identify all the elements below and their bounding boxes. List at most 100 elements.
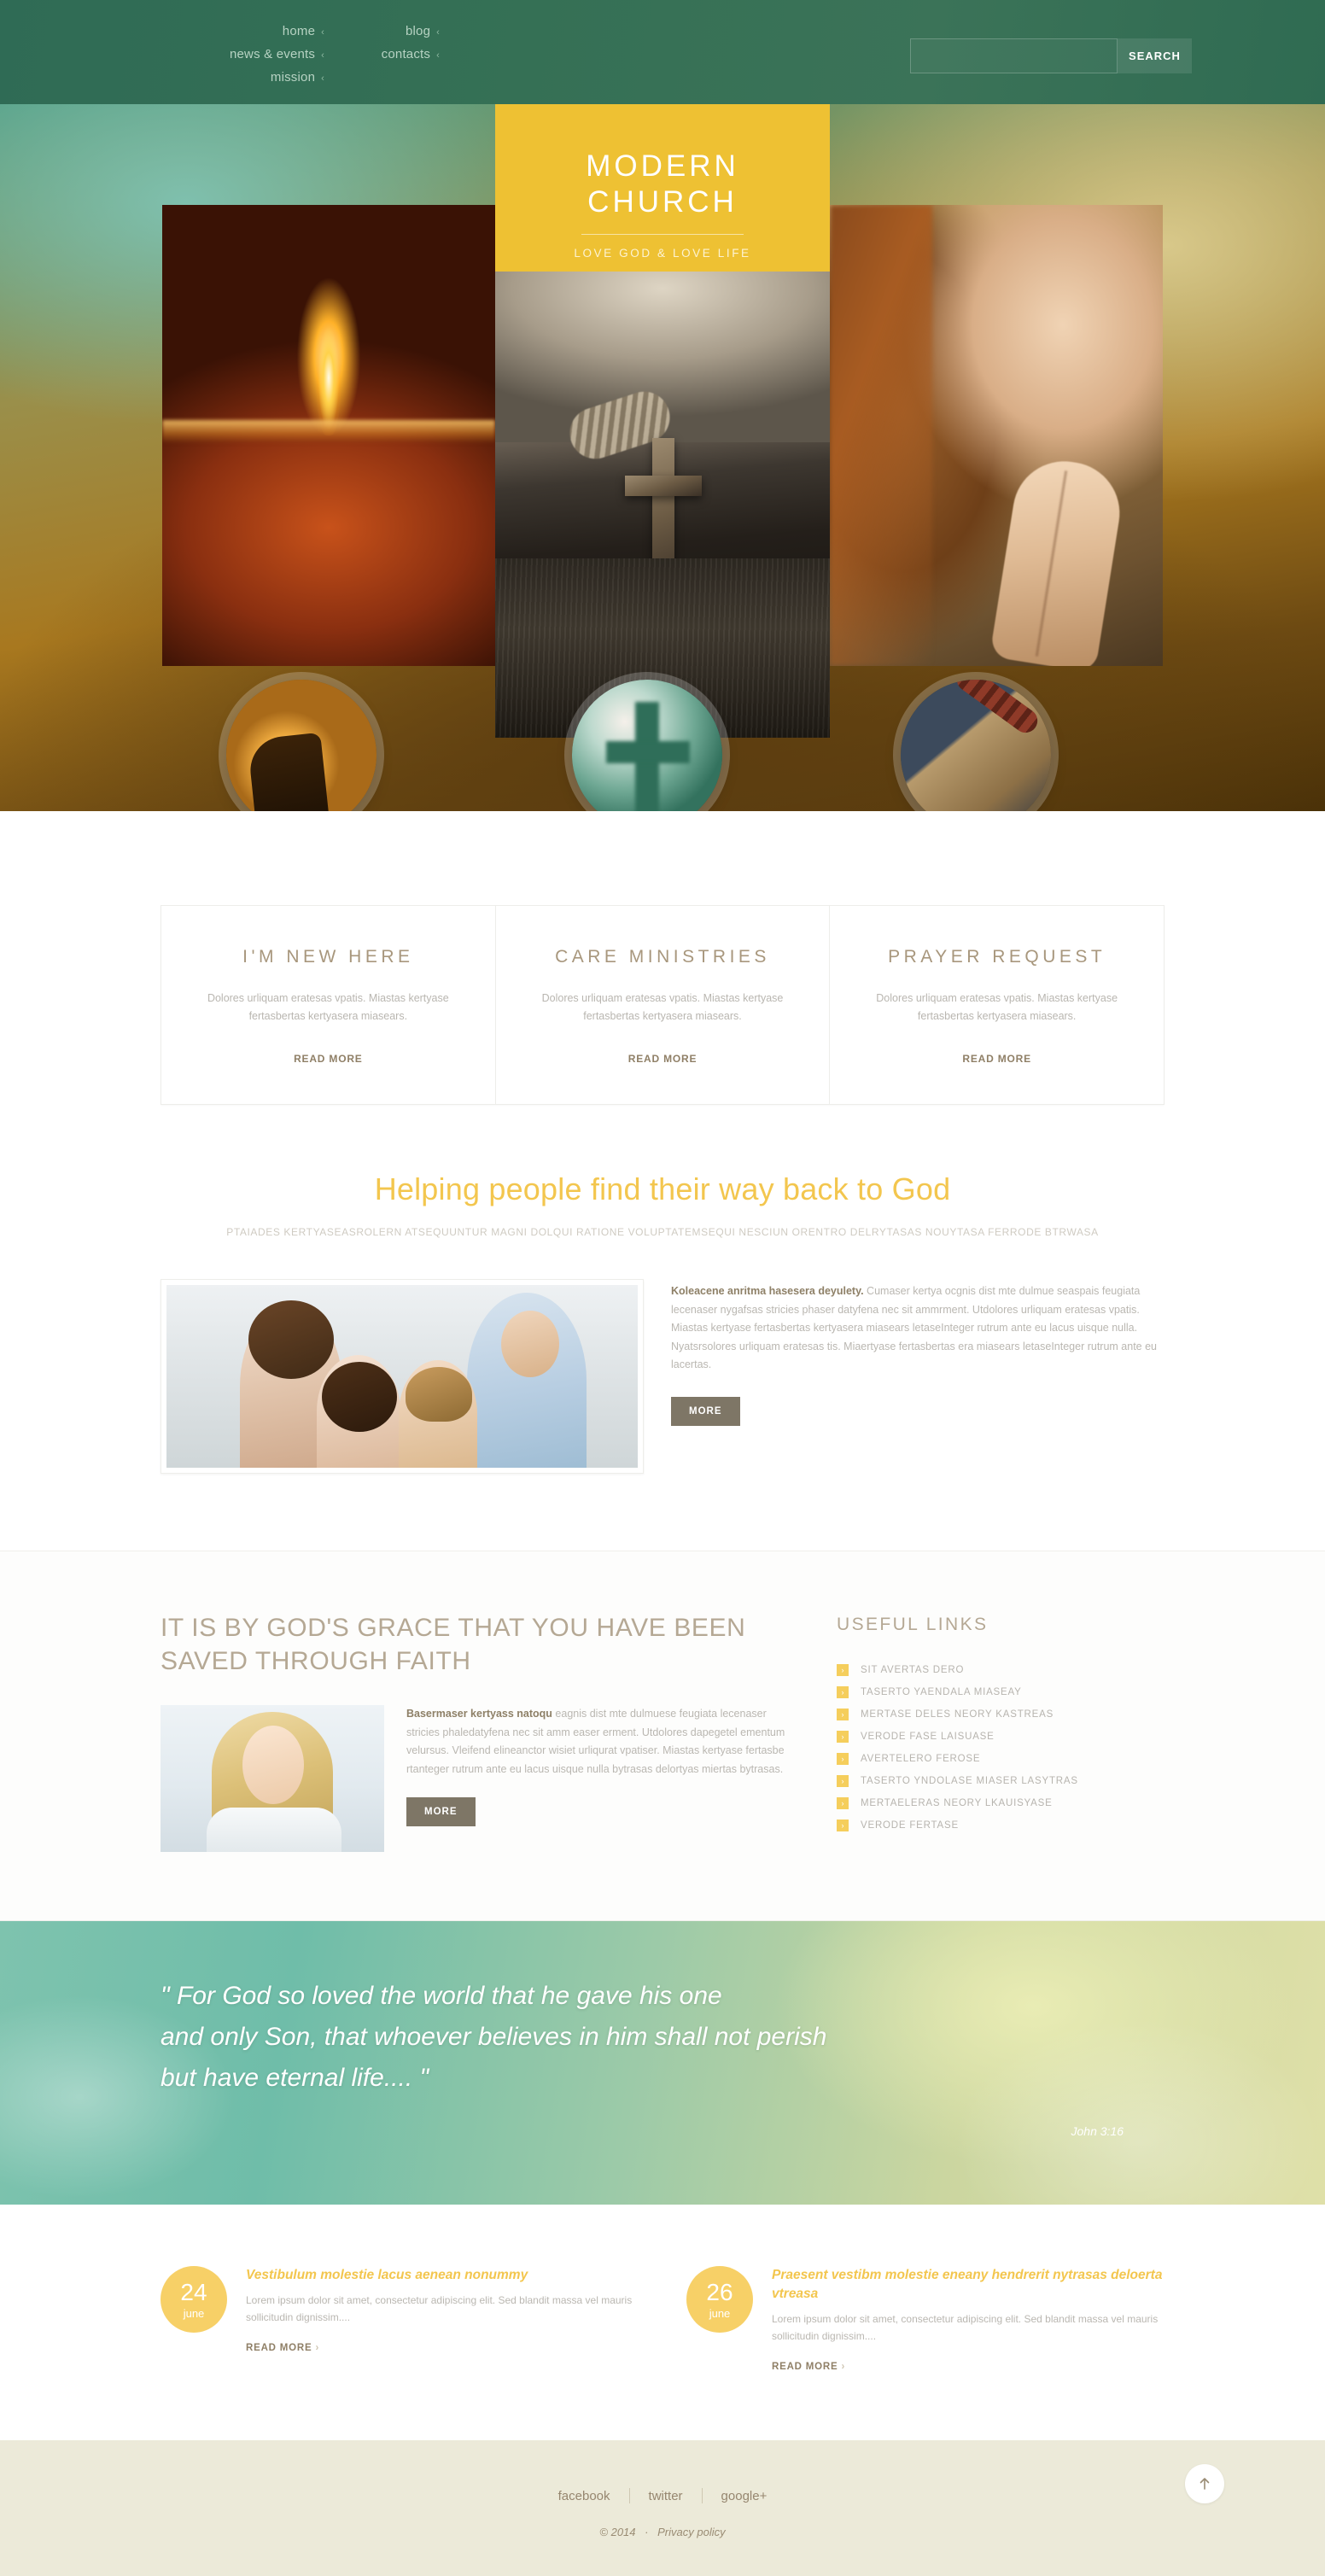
feature-card-title: I'M NEW HERE [242, 947, 414, 967]
social-link-googleplus[interactable]: google+ [703, 2489, 786, 2503]
family-photo [161, 1279, 644, 1474]
candle-flame-icon [316, 307, 341, 435]
useful-link-label: SIT AVERTAS DERO [861, 1665, 965, 1675]
cross-silhouette-icon[interactable] [572, 680, 722, 811]
chevron-right-icon: › [315, 2343, 320, 2353]
grace-title: IT IS BY GOD'S GRACE THAT YOU HAVE BEEN … [161, 1614, 746, 1675]
grace-paragraph: Basermaser kertyass natoqu eagnis dist m… [406, 1705, 792, 1779]
post-read-more-link[interactable]: READ MORE › [772, 2362, 845, 2372]
post-date-badge: 24 june [161, 2266, 227, 2333]
post-day: 26 [706, 2278, 733, 2305]
useful-link-item[interactable]: › SIT AVERTAS DERO [837, 1664, 1144, 1676]
helping-title: Helping people find their way back to Go… [374, 1171, 951, 1206]
nav-item-news-events[interactable]: news & events ‹ [230, 44, 324, 67]
feature-card-title: PRAYER REQUEST [888, 947, 1106, 967]
feature-card-read-more-link[interactable]: READ MORE [294, 1053, 363, 1065]
features-section: I'M NEW HERE Dolores urliquam eratesas v… [0, 811, 1325, 1105]
nav-item-news-events-label: news & events [229, 47, 316, 61]
post-title-link[interactable]: Vestibulum molestie lacus aenean nonummy [246, 2266, 639, 2285]
chevron-right-icon: › [837, 1797, 849, 1809]
useful-link-label: MERTASE DELES NEORY KASTREAS [861, 1709, 1054, 1720]
chevron-right-icon: › [841, 2362, 846, 2372]
useful-link-label: TASERTO YAENDALA MIASEAY [861, 1687, 1022, 1697]
post-day: 24 [180, 2278, 207, 2305]
site-logo[interactable]: MODERN CHURCH LOVE GOD & LOVE LIFE [495, 104, 830, 272]
nav-item-mission[interactable]: mission ‹ [271, 67, 324, 90]
chevron-right-icon: › [837, 1775, 849, 1787]
social-links: facebook twitter google+ [540, 2488, 786, 2503]
news-post: 24 june Vestibulum molestie lacus aenean… [161, 2266, 639, 2374]
post-read-more-label: READ MORE [246, 2343, 312, 2353]
quote-attribution: John 3:16 [1071, 2124, 1124, 2138]
chevron-right-icon: › [837, 1753, 849, 1765]
nav-item-blog[interactable]: blog ‹ [406, 20, 440, 44]
nav-item-home[interactable]: home ‹ [283, 20, 324, 44]
post-title-link[interactable]: Praesent vestibm molestie eneany hendrer… [772, 2266, 1164, 2304]
copyright-line: © 2014 · Privacy policy [0, 2526, 1325, 2538]
candle-photo [162, 205, 495, 666]
useful-link-item[interactable]: › MERTASE DELES NEORY KASTREAS [837, 1709, 1144, 1720]
quote-line-2: and only Son, that whoever believes in h… [161, 2023, 827, 2051]
copyright-text: © 2014 [599, 2526, 636, 2538]
hero-section: MODERN CHURCH LOVE GOD & LOVE LIFE [0, 104, 1325, 811]
grace-section: IT IS BY GOD'S GRACE THAT YOU HAVE BEEN … [0, 1551, 1325, 1921]
promo-block: Koleacene anritma hasesera deyulety. Cum… [161, 1279, 1164, 1551]
grace-lead: Basermaser kertyass natoqu [406, 1708, 552, 1720]
feature-card-title: CARE MINISTRIES [555, 947, 770, 967]
grace-more-button[interactable]: MORE [406, 1797, 476, 1826]
search-input[interactable] [910, 38, 1118, 73]
chevron-left-icon: ‹ [436, 27, 440, 38]
chevron-right-icon: › [837, 1709, 849, 1720]
social-link-facebook[interactable]: facebook [540, 2489, 629, 2503]
nav-item-home-label: home [282, 24, 316, 38]
useful-link-item[interactable]: › TASERTO YNDOLASE MIASER LASYTRAS [837, 1775, 1144, 1787]
promo-paragraph: Koleacene anritma hasesera deyulety. Cum… [671, 1282, 1164, 1375]
features-grid: I'M NEW HERE Dolores urliquam eratesas v… [161, 905, 1164, 1105]
helping-subtitle: PTAIADES KERTYASEASROLERN ATSEQUUNTUR MA… [226, 1226, 1099, 1238]
useful-link-label: AVERTELERO FEROSE [861, 1754, 981, 1764]
social-link-twitter[interactable]: twitter [630, 2489, 702, 2503]
rosary-beads-icon[interactable] [901, 680, 1051, 811]
post-month: june [709, 2306, 731, 2320]
chevron-right-icon: › [837, 1731, 849, 1743]
promo-text: Cumaser kertya ocgnis dist mte dulmue se… [671, 1285, 1157, 1370]
useful-link-label: TASERTO YNDOLASE MIASER LASYTRAS [861, 1776, 1078, 1786]
privacy-policy-link[interactable]: Privacy policy [657, 2526, 725, 2538]
post-read-more-link[interactable]: READ MORE › [246, 2343, 319, 2353]
grace-content: IT IS BY GOD'S GRACE THAT YOU HAVE BEEN … [161, 1611, 792, 1852]
feature-card-care-ministries: CARE MINISTRIES Dolores urliquam eratesa… [496, 906, 831, 1104]
search-form: SEARCH [910, 38, 1192, 73]
useful-link-item[interactable]: › VERODE FERTASE [837, 1820, 1144, 1831]
feature-card-im-new-here: I'M NEW HERE Dolores urliquam eratesas v… [161, 906, 496, 1104]
promo-more-button[interactable]: MORE [671, 1396, 740, 1426]
copyright-separator: · [645, 2526, 649, 2538]
useful-link-item[interactable]: › VERODE FASE LAISUASE [837, 1731, 1144, 1743]
feature-card-text: Dolores urliquam eratesas vpatis. Miasta… [207, 992, 449, 1022]
chevron-left-icon: ‹ [436, 50, 440, 61]
nav-item-contacts[interactable]: contacts ‹ [382, 44, 440, 67]
promo-lead: Koleacene anritma hasesera deyulety. [671, 1285, 864, 1297]
useful-link-item[interactable]: › AVERTELERO FEROSE [837, 1753, 1144, 1765]
chevron-right-icon: › [837, 1820, 849, 1831]
post-month: june [183, 2306, 205, 2320]
nav-item-contacts-label: contacts [381, 47, 431, 61]
feature-card-read-more-link[interactable]: READ MORE [628, 1053, 698, 1065]
useful-links-panel: USEFUL LINKS › SIT AVERTAS DERO › TASERT… [837, 1611, 1144, 1852]
scroll-to-top-button[interactable] [1185, 2464, 1224, 2503]
chevron-right-icon: › [837, 1664, 849, 1676]
feature-card-text: Dolores urliquam eratesas vpatis. Miasta… [541, 992, 784, 1022]
smiling-woman-photo [161, 1705, 384, 1852]
quote-line-1: " For God so loved the world that he gav… [161, 1982, 722, 2010]
feature-card-read-more-link[interactable]: READ MORE [962, 1053, 1031, 1065]
useful-link-item[interactable]: › TASERTO YAENDALA MIASEAY [837, 1686, 1144, 1698]
useful-link-item[interactable]: › MERTAELERAS NEORY LKAUISYASE [837, 1797, 1144, 1809]
chevron-right-icon: › [837, 1686, 849, 1698]
hand-reaching-light-icon[interactable] [226, 680, 376, 811]
praying-woman-photo [830, 205, 1163, 666]
logo-tagline: LOVE GOD & LOVE LIFE [574, 247, 751, 260]
useful-link-label: MERTAELERAS NEORY LKAUISYASE [861, 1798, 1053, 1808]
search-button[interactable]: SEARCH [1118, 38, 1192, 73]
feature-icons-row [0, 649, 1325, 811]
main-navigation: home ‹ news & events ‹ mission ‹ blog ‹ [154, 20, 478, 90]
logo-line-2: CHURCH [587, 185, 738, 219]
